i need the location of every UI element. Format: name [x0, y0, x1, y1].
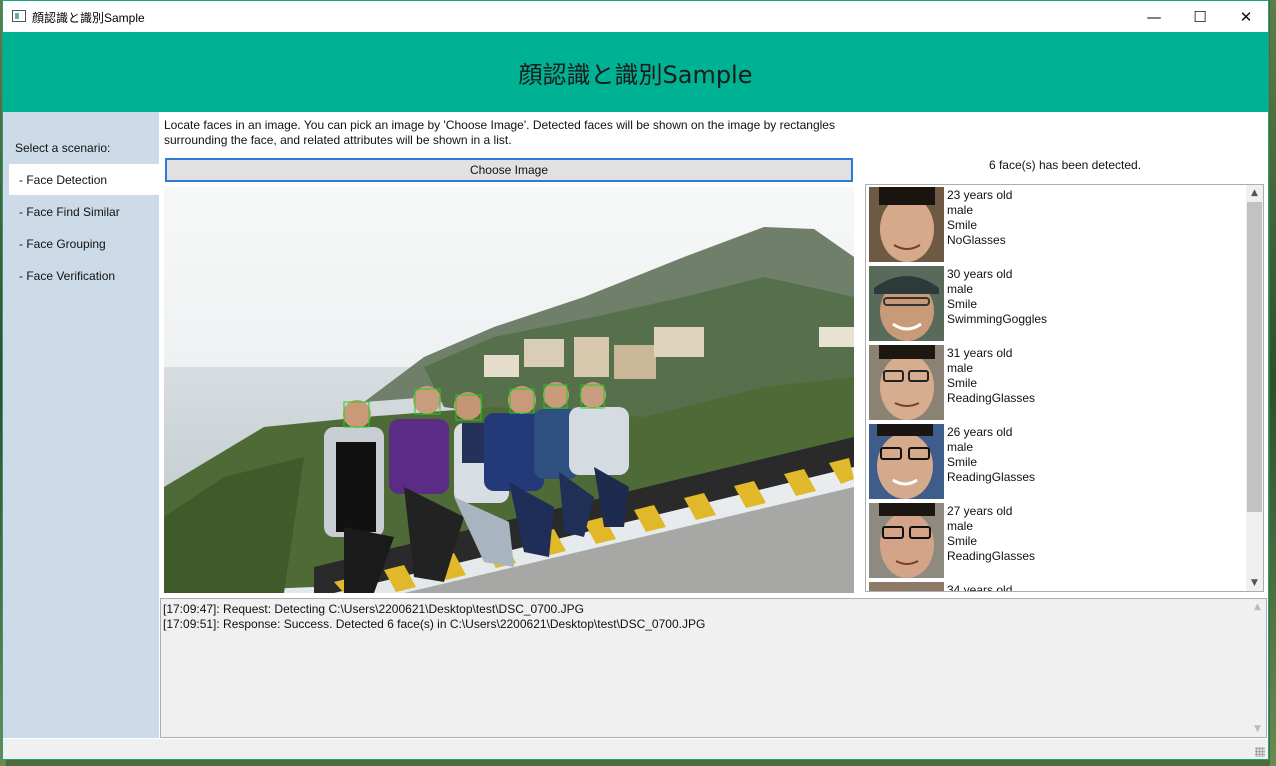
face-attributes: 31 years old male Smile ReadingGlasses [947, 346, 1035, 406]
face-age: 23 years old [947, 188, 1013, 202]
face-gender: male [947, 203, 974, 217]
scroll-down-arrow-icon[interactable]: ▼ [1249, 721, 1266, 737]
face-glasses: ReadingGlasses [947, 470, 1036, 484]
face-gender: male [947, 282, 974, 296]
face-list-item[interactable]: 26 years old male Smile ReadingGlasses [869, 424, 1239, 500]
scroll-down-arrow-icon[interactable]: ▼ [1246, 575, 1263, 591]
scenario-label: Select a scenario: [15, 141, 111, 155]
face-expression: Smile [947, 218, 978, 232]
face-thumbnail [869, 345, 944, 420]
face-expression: Smile [947, 297, 978, 311]
face-list-item[interactable]: 27 years old male Smile ReadingGlasses [869, 503, 1239, 579]
face-expression: Smile [947, 376, 978, 390]
sidebar-item-face-find-similar[interactable]: - Face Find Similar [9, 196, 159, 227]
face-age: 34 years old [947, 583, 1013, 592]
face-gender: male [947, 440, 974, 454]
face-gender: male [947, 519, 974, 533]
face-age: 31 years old [947, 346, 1013, 360]
title-bar[interactable]: 顔認識と識別Sample — ☐ ✕ [3, 1, 1268, 32]
log-line: [17:09:51]: Response: Success. Detected … [163, 617, 706, 631]
face-list-item[interactable]: 31 years old male Smile ReadingGlasses [869, 345, 1239, 421]
face-thumbnail [869, 503, 944, 578]
face-attributes: 27 years old male Smile ReadingGlasses [947, 504, 1035, 564]
face-glasses: NoGlasses [947, 233, 1006, 247]
face-attributes: 26 years old male Smile ReadingGlasses [947, 425, 1035, 485]
app-window: 顔認識と識別Sample — ☐ ✕ 顔認識と識別Sample Select a… [2, 0, 1269, 760]
desktop-background-right [1270, 0, 1276, 766]
sidebar-item-face-verification[interactable]: - Face Verification [9, 260, 159, 291]
app-header: 顔認識と識別Sample [3, 32, 1268, 112]
face-attributes: 30 years old male Smile SwimmingGoggles [947, 267, 1047, 327]
sidebar-item-face-detection[interactable]: - Face Detection [9, 164, 159, 195]
face-glasses: SwimmingGoggles [947, 312, 1048, 326]
log-scrollbar[interactable]: ▲ ▼ [1249, 599, 1266, 737]
log-line: [17:09:47]: Request: Detecting C:\Users\… [163, 602, 584, 616]
face-attributes: 23 years old male Smile NoGlasses [947, 188, 1012, 248]
face-age: 30 years old [947, 267, 1013, 281]
detection-status: 6 face(s) has been detected. [988, 158, 1142, 172]
scroll-up-arrow-icon[interactable]: ▲ [1249, 599, 1266, 615]
maximize-button[interactable]: ☐ [1177, 1, 1223, 32]
scrollbar-thumb[interactable] [1247, 202, 1262, 512]
scroll-up-arrow-icon[interactable]: ▲ [1246, 185, 1263, 201]
resize-grip-icon[interactable] [1255, 747, 1265, 757]
header-title: 顔認識と識別Sample [518, 60, 753, 89]
face-age: 26 years old [947, 425, 1013, 439]
close-button[interactable]: ✕ [1223, 1, 1268, 32]
selected-image [164, 187, 854, 593]
face-glasses: ReadingGlasses [947, 549, 1036, 563]
window-title: 顔認識と識別Sample [32, 11, 145, 25]
face-expression: Smile [947, 455, 978, 469]
face-expression: Smile [947, 534, 978, 548]
face-thumbnail [869, 424, 944, 499]
face-thumbnail [869, 266, 944, 341]
face-list-scrollbar[interactable]: ▲ ▼ [1246, 185, 1263, 591]
face-age: 27 years old [947, 504, 1013, 518]
photo-illustration [164, 187, 854, 593]
choose-image-button[interactable]: Choose Image [165, 158, 853, 182]
app-icon [12, 10, 26, 22]
face-list-item[interactable]: 34 years old [869, 582, 1239, 592]
face-glasses: ReadingGlasses [947, 391, 1036, 405]
face-list-item[interactable]: 30 years old male Smile SwimmingGoggles [869, 266, 1239, 342]
face-gender: male [947, 361, 974, 375]
status-bar [3, 739, 1268, 759]
scenario-description: Locate faces in an image. You can pick a… [164, 118, 835, 147]
log-panel[interactable]: [17:09:47]: Request: Detecting C:\Users\… [160, 598, 1267, 738]
minimize-button[interactable]: — [1131, 1, 1177, 32]
face-list-item[interactable]: 23 years old male Smile NoGlasses [869, 187, 1239, 263]
face-thumbnail [869, 187, 944, 262]
sidebar-item-face-grouping[interactable]: - Face Grouping [9, 228, 159, 259]
face-thumbnail [869, 582, 944, 591]
detected-faces-list[interactable]: 23 years old male Smile NoGlasses 30 yea… [865, 184, 1264, 592]
scenario-sidebar: Select a scenario: - Face Detection - Fa… [3, 112, 159, 738]
face-attributes: 34 years old [947, 583, 1013, 592]
